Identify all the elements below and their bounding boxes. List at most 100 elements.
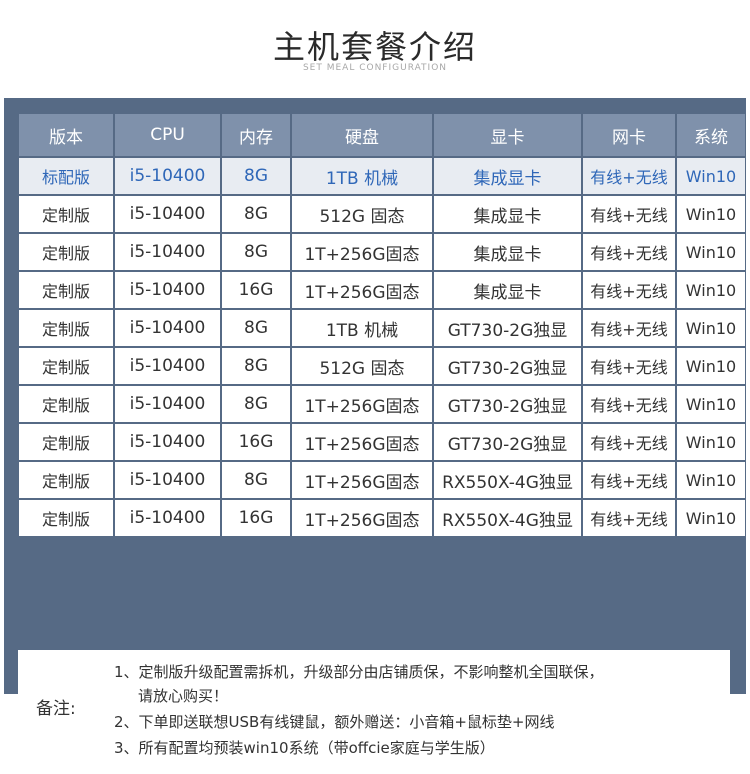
cell-version: 定制版 <box>19 348 113 384</box>
config-table-area: 版本 CPU 内存 硬盘 显卡 网卡 系统 标配版 i5-10400 8G 1T… <box>18 112 745 660</box>
column-header-os: 系统 <box>677 114 745 156</box>
cell-network: 有线+无线 <box>583 196 675 232</box>
cell-cpu: i5-10400 <box>115 158 220 194</box>
cell-memory: 16G <box>222 500 290 536</box>
cell-version: 定制版 <box>19 272 113 308</box>
cell-cpu: i5-10400 <box>115 310 220 346</box>
cell-storage: 1TB 机械 <box>292 310 432 346</box>
note-item: 3、所有配置均预装win10系统（带offcie家庭与学生版） <box>114 739 495 757</box>
table-row: 定制版 i5-10400 8G 1TB 机械 GT730-2G独显 有线+无线 … <box>19 310 745 346</box>
cell-storage: 1T+256G固态 <box>292 500 432 536</box>
column-header-cpu: CPU <box>115 114 220 156</box>
cell-network: 有线+无线 <box>583 158 675 194</box>
cell-memory: 8G <box>222 462 290 498</box>
cell-os: Win10 <box>677 196 745 232</box>
cell-memory: 16G <box>222 272 290 308</box>
cell-network: 有线+无线 <box>583 500 675 536</box>
cell-cpu: i5-10400 <box>115 386 220 422</box>
table-row: 定制版 i5-10400 8G 1T+256G固态 GT730-2G独显 有线+… <box>19 386 745 422</box>
table-row: 定制版 i5-10400 16G 1T+256G固态 RX550X-4G独显 有… <box>19 500 745 536</box>
column-header-storage: 硬盘 <box>292 114 432 156</box>
notes-label: 备注: <box>36 699 76 719</box>
cell-os: Win10 <box>677 386 745 422</box>
table-header-row: 版本 CPU 内存 硬盘 显卡 网卡 系统 <box>19 114 745 156</box>
cell-os: Win10 <box>677 234 745 270</box>
cell-graphics: 集成显卡 <box>434 234 581 270</box>
cell-memory: 8G <box>222 234 290 270</box>
cell-os: Win10 <box>677 500 745 536</box>
cell-version: 定制版 <box>19 310 113 346</box>
page-title: 主机套餐介绍 <box>272 28 477 66</box>
cell-cpu: i5-10400 <box>115 234 220 270</box>
cell-cpu: i5-10400 <box>115 348 220 384</box>
cell-storage: 512G 固态 <box>292 348 432 384</box>
table-row: 定制版 i5-10400 8G 1T+256G固态 集成显卡 有线+无线 Win… <box>19 234 745 270</box>
cell-cpu: i5-10400 <box>115 272 220 308</box>
cell-version: 定制版 <box>19 386 113 422</box>
cell-os: Win10 <box>677 272 745 308</box>
cell-storage: 1T+256G固态 <box>292 462 432 498</box>
cell-graphics: GT730-2G独显 <box>434 424 581 460</box>
cell-memory: 8G <box>222 158 290 194</box>
cell-network: 有线+无线 <box>583 310 675 346</box>
cell-storage: 1T+256G固态 <box>292 386 432 422</box>
cell-cpu: i5-10400 <box>115 500 220 536</box>
cell-os: Win10 <box>677 310 745 346</box>
column-header-graphics: 显卡 <box>434 114 581 156</box>
cell-version: 标配版 <box>19 158 113 194</box>
cell-memory: 8G <box>222 196 290 232</box>
cell-os: Win10 <box>677 424 745 460</box>
cell-version: 定制版 <box>19 500 113 536</box>
cell-version: 定制版 <box>19 424 113 460</box>
cell-os: Win10 <box>677 348 745 384</box>
cell-network: 有线+无线 <box>583 462 675 498</box>
cell-graphics: 集成显卡 <box>434 158 581 194</box>
notes-list: 1、定制版升级配置需拆机，升级部分由店铺质保，不影响整机全国联保， 请放心购买！… <box>114 660 724 760</box>
table-row: 标配版 i5-10400 8G 1TB 机械 集成显卡 有线+无线 Win10 <box>19 158 745 194</box>
cell-graphics: 集成显卡 <box>434 196 581 232</box>
cell-network: 有线+无线 <box>583 348 675 384</box>
cell-storage: 1T+256G固态 <box>292 272 432 308</box>
cell-storage: 512G 固态 <box>292 196 432 232</box>
cell-network: 有线+无线 <box>583 386 675 422</box>
cell-graphics: GT730-2G独显 <box>434 310 581 346</box>
cell-os: Win10 <box>677 158 745 194</box>
cell-network: 有线+无线 <box>583 272 675 308</box>
cell-graphics: RX550X-4G独显 <box>434 462 581 498</box>
column-header-network: 网卡 <box>583 114 675 156</box>
column-header-memory: 内存 <box>222 114 290 156</box>
cell-cpu: i5-10400 <box>115 424 220 460</box>
cell-memory: 8G <box>222 348 290 384</box>
cell-graphics: GT730-2G独显 <box>434 348 581 384</box>
table-row: 定制版 i5-10400 16G 1T+256G固态 集成显卡 有线+无线 Wi… <box>19 272 745 308</box>
cell-memory: 8G <box>222 386 290 422</box>
page-subtitle: SET MEAL CONFIGURATION <box>302 63 448 73</box>
column-header-version: 版本 <box>19 114 113 156</box>
cell-cpu: i5-10400 <box>115 196 220 232</box>
cell-version: 定制版 <box>19 196 113 232</box>
cell-version: 定制版 <box>19 462 113 498</box>
table-row: 定制版 i5-10400 16G 1T+256G固态 GT730-2G独显 有线… <box>19 424 745 460</box>
config-table: 版本 CPU 内存 硬盘 显卡 网卡 系统 标配版 i5-10400 8G 1T… <box>17 112 747 538</box>
cell-network: 有线+无线 <box>583 424 675 460</box>
cell-graphics: GT730-2G独显 <box>434 386 581 422</box>
cell-memory: 16G <box>222 424 290 460</box>
notes-section: 备注: 1、定制版升级配置需拆机，升级部分由店铺质保，不影响整机全国联保， 请放… <box>18 650 730 774</box>
note-item: 2、下单即送联想USB有线键鼠，额外赠送：小音箱+鼠标垫+网线 <box>114 713 555 731</box>
cell-graphics: 集成显卡 <box>434 272 581 308</box>
cell-os: Win10 <box>677 462 745 498</box>
note-item: 1、定制版升级配置需拆机，升级部分由店铺质保，不影响整机全国联保， <box>114 663 604 681</box>
cell-storage: 1T+256G固态 <box>292 234 432 270</box>
cell-graphics: RX550X-4G独显 <box>434 500 581 536</box>
cell-version: 定制版 <box>19 234 113 270</box>
table-row: 定制版 i5-10400 8G 512G 固态 集成显卡 有线+无线 Win10 <box>19 196 745 232</box>
note-item-continuation: 请放心购买！ <box>138 687 229 705</box>
cell-storage: 1T+256G固态 <box>292 424 432 460</box>
table-row: 定制版 i5-10400 8G 512G 固态 GT730-2G独显 有线+无线… <box>19 348 745 384</box>
cell-network: 有线+无线 <box>583 234 675 270</box>
cell-storage: 1TB 机械 <box>292 158 432 194</box>
table-row: 定制版 i5-10400 8G 1T+256G固态 RX550X-4G独显 有线… <box>19 462 745 498</box>
config-frame: 版本 CPU 内存 硬盘 显卡 网卡 系统 标配版 i5-10400 8G 1T… <box>4 98 746 774</box>
cell-memory: 8G <box>222 310 290 346</box>
page-header: 主机套餐介绍 SET MEAL CONFIGURATION <box>0 0 750 96</box>
